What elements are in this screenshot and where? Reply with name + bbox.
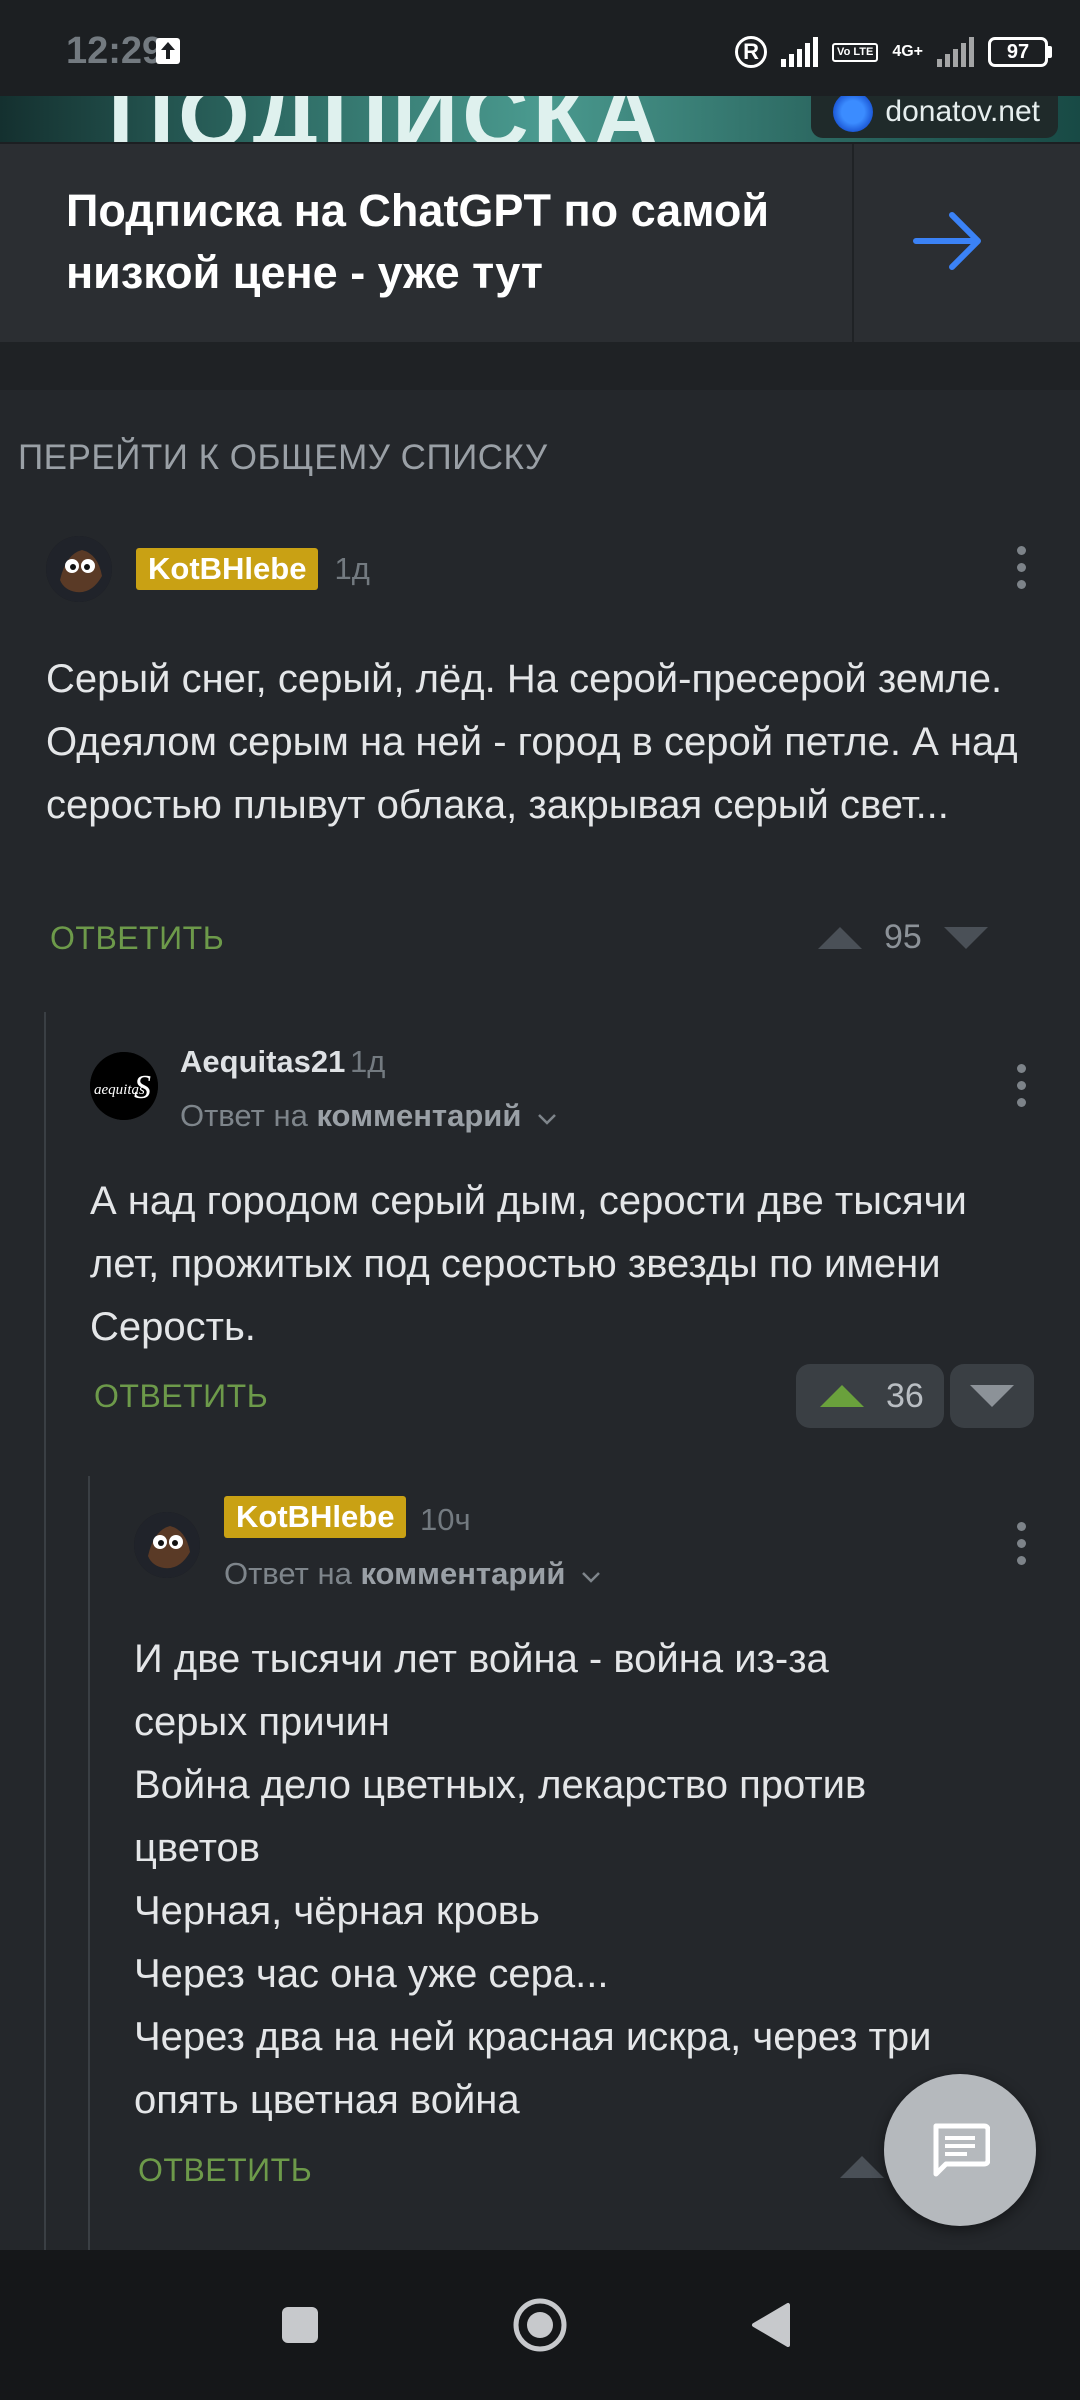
comment-header [134, 1512, 200, 1578]
author-name[interactable]: Aequitas21 [180, 1044, 345, 1080]
home-circle-icon [513, 2298, 567, 2352]
upload-notification-icon [156, 38, 180, 64]
comment-text: Серый снег, серый, лёд. На серой-пресеро… [46, 657, 1018, 827]
ad-banner-image[interactable]: ПОДПИСКА donatov.net [0, 96, 1080, 142]
comment-line: серых причин [134, 1700, 390, 1744]
comment-time: 1д [350, 1044, 386, 1079]
recents-square-icon [282, 2307, 318, 2343]
back-triangle-icon [752, 2303, 790, 2347]
more-options-icon[interactable] [1017, 1522, 1027, 1565]
comment-header: aequitas S [90, 1052, 158, 1120]
status-bar: 12:29 R Vo LTE 4G+ 97 [0, 0, 1080, 96]
battery-icon: 97 [988, 37, 1052, 67]
registered-icon: R [735, 36, 768, 68]
more-options-icon[interactable] [1017, 1064, 1027, 1107]
comment-time: 10ч [420, 1502, 471, 1537]
comment-line: Черная, чёрная кровь [134, 1889, 540, 1933]
comment-line: И две тысячи лет война - война из-за [134, 1637, 829, 1681]
volte-icon: Vo LTE [832, 42, 879, 62]
comment-header: KotBHlebe 1д [46, 536, 370, 602]
comment-line: Через час она уже сера... [134, 1952, 609, 1996]
ad-title: Подписка на ChatGPT по самой низкой цене… [66, 185, 770, 298]
go-to-list-link[interactable]: ПЕРЕЙТИ К ОБЩЕМУ СПИСКУ [18, 438, 548, 478]
signal-icon-2 [937, 37, 974, 67]
vote-controls: 95 [818, 918, 988, 957]
comment-line: Война дело цветных, лекарство против [134, 1763, 867, 1807]
comment-time: 1д [334, 551, 370, 586]
chevron-down-icon [582, 1572, 600, 1583]
avatar[interactable] [134, 1512, 200, 1578]
reply-button[interactable]: ОТВЕТИТЬ [138, 2152, 312, 2189]
network-type: 4G+ [892, 43, 923, 60]
banner-site-label: donatov.net [811, 96, 1058, 138]
clock: 12:29 [66, 30, 164, 72]
upvote-icon[interactable] [818, 926, 862, 949]
comment-line: цветов [134, 1826, 260, 1870]
comment-icon [933, 2123, 990, 2177]
author-badge[interactable]: KotBHlebe [136, 548, 319, 590]
reply-button[interactable]: ОТВЕТИТЬ [94, 1378, 268, 1415]
back-button[interactable] [730, 2250, 810, 2400]
comment-line: Через два на ней красная искра, через тр… [134, 2015, 932, 2059]
more-options-icon[interactable] [1017, 546, 1027, 589]
downvote-icon[interactable] [943, 926, 988, 949]
comment-fab-button[interactable] [884, 2074, 1036, 2226]
downvote-icon [970, 1385, 1014, 1407]
vote-controls [840, 2156, 884, 2178]
avatar[interactable] [46, 536, 112, 602]
system-nav-bar [0, 2250, 1080, 2400]
signal-icon [781, 37, 819, 67]
ad-divider [852, 144, 854, 344]
banner-image-text: ПОДПИСКА [108, 96, 663, 142]
ad-spacer [0, 342, 1080, 390]
donatov-logo-icon [833, 96, 874, 132]
avatar[interactable]: aequitas S [90, 1052, 158, 1120]
upvote-icon[interactable] [840, 2156, 884, 2178]
reply-to-info[interactable]: Ответ на комментарий [180, 1098, 558, 1134]
chevron-down-icon [538, 1114, 556, 1125]
reply-button[interactable]: ОТВЕТИТЬ [50, 920, 224, 957]
comment-text: И две тысячи лет война - война из-за сер… [134, 1628, 1054, 2132]
downvote-button[interactable] [950, 1364, 1034, 1428]
recents-button[interactable] [260, 2250, 340, 2400]
comment-text: А над городом серый дым, серости две тыс… [90, 1179, 967, 1349]
rating-count: 95 [884, 918, 922, 956]
thread-line-nested [88, 1476, 90, 2252]
battery-level: 97 [1006, 40, 1030, 63]
upvote-active[interactable]: 36 [796, 1364, 944, 1428]
upvote-icon[interactable] [820, 1385, 864, 1407]
arrow-right-icon[interactable] [908, 206, 988, 276]
ad-card[interactable]: Подписка на ChatGPT по самой низкой цене… [0, 142, 1080, 344]
reply-to-info[interactable]: Ответ на комментарий [224, 1556, 602, 1592]
svg-text:S: S [134, 1069, 151, 1106]
rating-count: 36 [886, 1376, 924, 1415]
home-button[interactable] [500, 2250, 580, 2400]
author-badge[interactable]: KotBHlebe [224, 1496, 407, 1538]
thread-line [44, 1012, 46, 2252]
